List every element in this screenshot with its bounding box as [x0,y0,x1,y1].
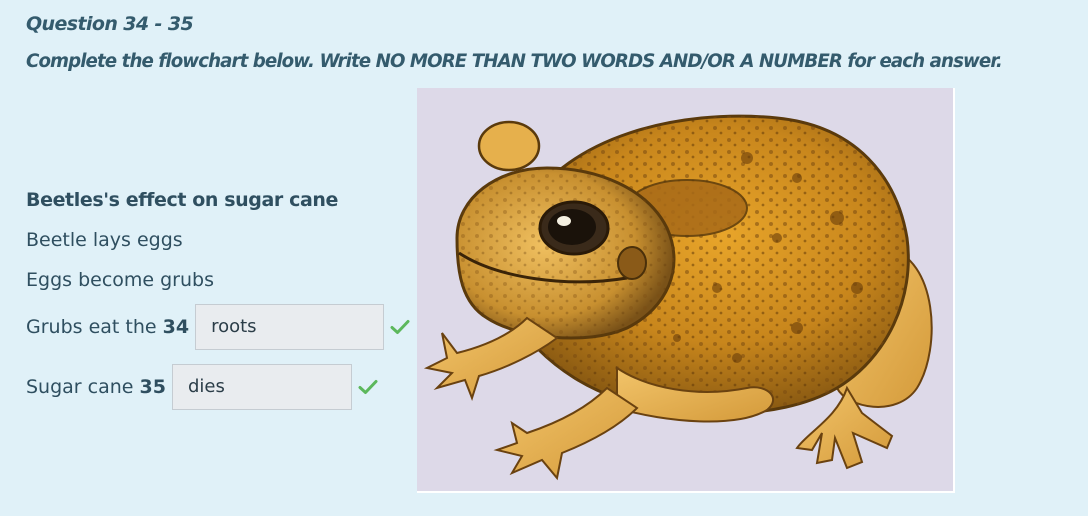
question-number-35: 35 [139,376,166,398]
step-4-prefix: Sugar cane 35 [26,376,166,398]
step-3-prefix: Grubs eat the 34 [26,316,190,338]
toad-image [417,88,955,493]
flowchart-heading: Beetles's effect on sugar cane [26,189,338,211]
flowchart-step-1: Beetle lays eggs [26,229,183,251]
toad-illustration-icon [423,114,933,481]
check-icon [390,318,410,336]
check-icon [358,378,378,396]
flowchart-step-3: Grubs eat the 34 roots [26,304,410,350]
question-instructions: Complete the flowchart below. Write NO M… [26,51,1003,72]
answer-input-35[interactable]: dies [171,364,352,410]
flowchart-step-2: Eggs become grubs [26,269,214,291]
question-number-34: 34 [162,316,190,338]
question-title: Question 34 - 35 [26,13,194,35]
flowchart-step-4: Sugar cane 35 dies [26,364,378,410]
answer-input-34[interactable]: roots [195,304,385,350]
